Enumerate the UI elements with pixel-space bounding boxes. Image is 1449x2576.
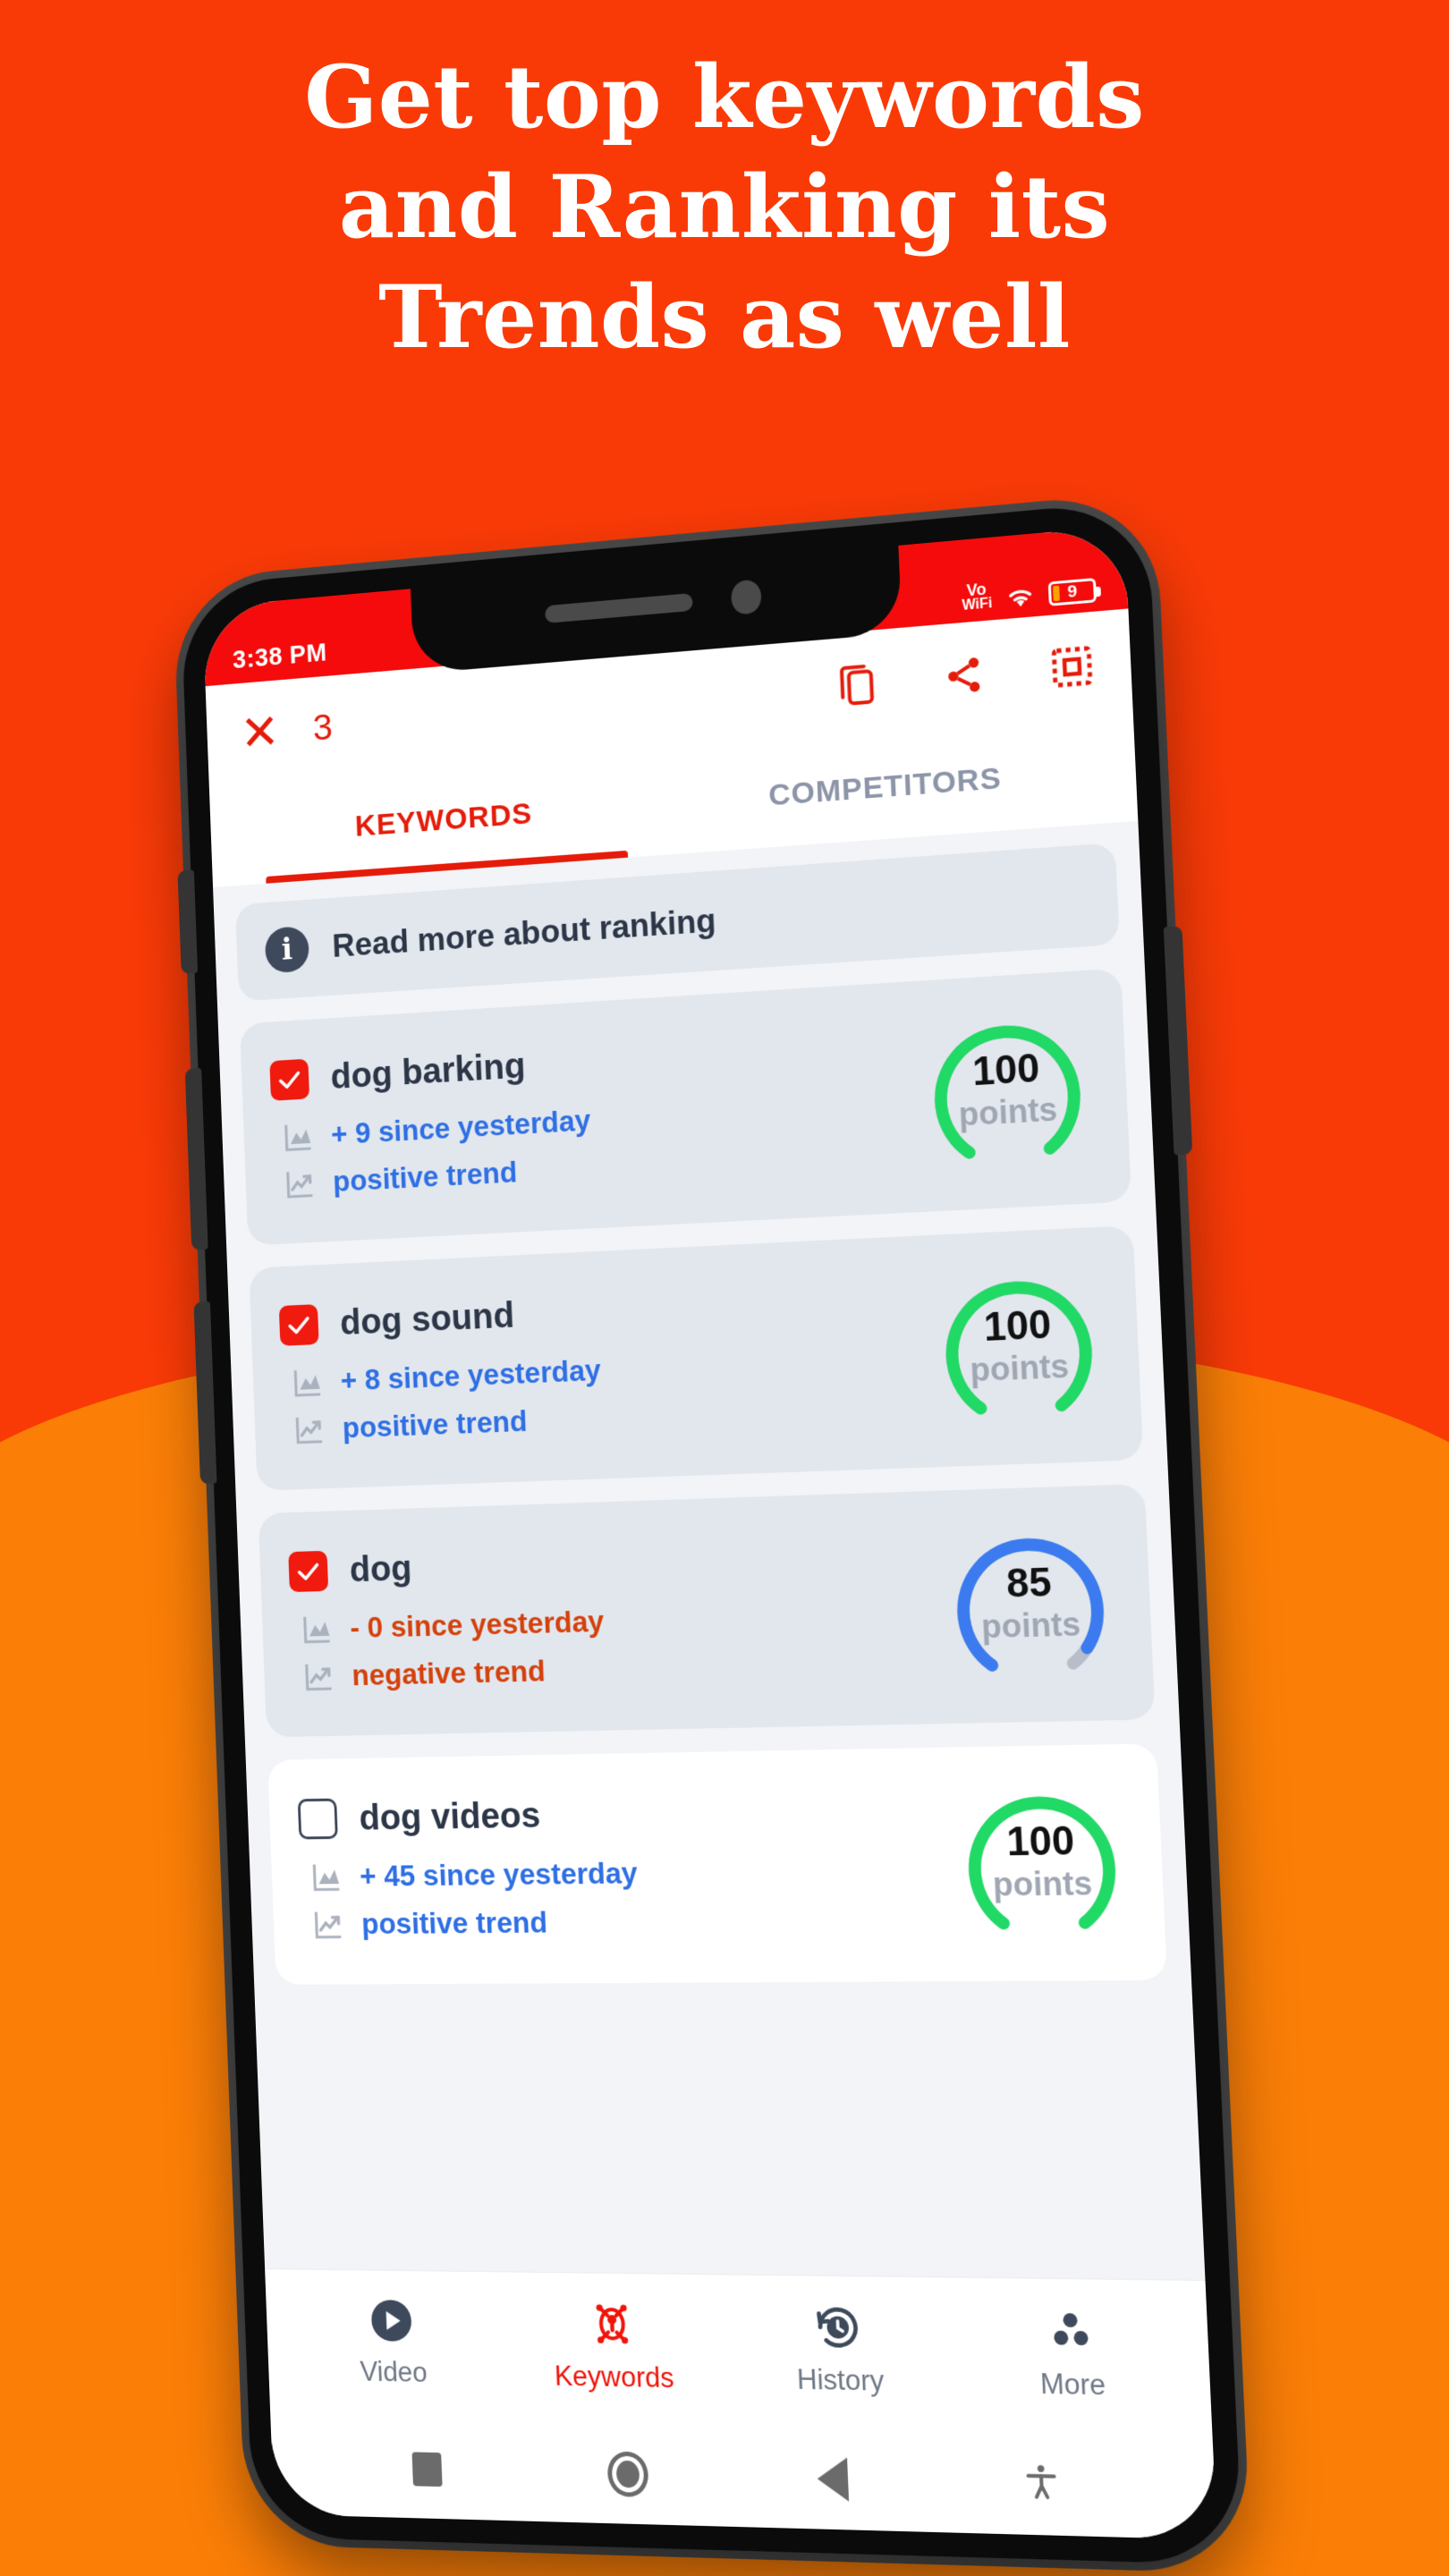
keyword-delta-text: + 9 since yesterday	[330, 1103, 592, 1151]
keyword-checkbox[interactable]	[288, 1550, 329, 1593]
selected-count: 3	[311, 706, 334, 749]
copy-icon[interactable]	[836, 659, 879, 709]
keyword-card[interactable]: dog videos + 45 since yesterday positive…	[267, 1743, 1168, 1985]
keyword-card[interactable]: dog barking + 9 since yesterday positive…	[240, 968, 1132, 1246]
tab-keywords-label: KEYWORDS	[354, 796, 533, 843]
keyword-score-gauge: 85 points	[938, 1513, 1123, 1693]
keyword-trend-row: positive trend	[293, 1389, 919, 1447]
keyword-delta-row: + 8 since yesterday	[292, 1340, 916, 1400]
keyword-trend-row: negative trend	[302, 1645, 929, 1693]
more-dots-icon	[1053, 2312, 1089, 2345]
keyword-points-unit: points	[980, 1605, 1081, 1646]
wifi-icon	[1004, 584, 1037, 607]
info-banner-text: Read more about ranking	[331, 902, 717, 964]
home-circle-icon[interactable]	[606, 2451, 649, 2498]
keyword-delta-row: - 0 since yesterday	[301, 1596, 927, 1646]
recents-square-icon[interactable]	[411, 2452, 443, 2487]
nav-label-video: Video	[359, 2355, 428, 2388]
trend-up-icon	[284, 1166, 317, 1201]
keyword-score-gauge: 100 points	[916, 997, 1098, 1182]
trend-up-icon	[302, 1659, 335, 1693]
keyword-points-value: 100	[971, 1046, 1041, 1095]
back-triangle-icon[interactable]	[817, 2456, 850, 2502]
bottom-navigation: Video Keywords History More	[265, 2268, 1213, 2437]
keyword-title: dog	[349, 1548, 413, 1589]
keyword-delta-text: - 0 since yesterday	[349, 1604, 605, 1645]
keyword-delta-row: + 45 since yesterday	[310, 1852, 938, 1894]
phone-screen: 3:38 PM Vo WiFi 9 ✕ 3 KEYWORDS COMPETITO…	[202, 525, 1218, 2540]
keyword-checkbox[interactable]	[278, 1304, 319, 1346]
keyword-title: dog barking	[329, 1046, 527, 1097]
status-time: 3:38 PM	[232, 639, 328, 674]
earpiece-speaker	[545, 592, 693, 623]
keyword-delta-text: + 8 since yesterday	[340, 1353, 602, 1397]
keyword-checkbox[interactable]	[269, 1058, 310, 1101]
keyword-score-gauge: 100 points	[950, 1772, 1134, 1951]
phone-mockup-stage: 3:38 PM Vo WiFi 9 ✕ 3 KEYWORDS COMPETITO…	[0, 0, 1449, 2576]
gauge-arc-fill	[938, 1028, 1077, 1154]
bar-chart-icon	[282, 1119, 315, 1154]
gauge-arc-fill	[949, 1284, 1088, 1410]
trend-up-icon	[293, 1412, 326, 1446]
vowifi-bottom-label: WiFi	[962, 596, 993, 614]
keyword-points-unit: points	[992, 1864, 1094, 1903]
keyword-trend-text: positive trend	[332, 1155, 518, 1199]
keyword-target-icon	[586, 2297, 639, 2350]
info-icon: i	[264, 925, 310, 974]
history-clock-icon	[812, 2301, 865, 2353]
bar-chart-icon	[310, 1860, 343, 1894]
keyword-delta-text: + 45 since yesterday	[359, 1856, 639, 1893]
keywords-list: i Read more about ranking dog barking + …	[213, 820, 1206, 2280]
check-icon	[294, 1557, 322, 1586]
keyword-points-value: 100	[982, 1302, 1053, 1351]
front-camera	[730, 579, 762, 615]
keyword-title: dog sound	[339, 1295, 515, 1343]
check-icon	[275, 1065, 303, 1095]
keyword-trend-row: positive trend	[312, 1902, 941, 1941]
gauge-arc-fill	[972, 1801, 1112, 1923]
close-icon[interactable]: ✕	[240, 703, 281, 760]
gauge-arc-fill	[961, 1543, 1100, 1666]
keyword-points-value: 100	[1005, 1818, 1076, 1865]
vowifi-indicator: Vo WiFi	[961, 580, 993, 614]
bar-chart-icon	[292, 1365, 325, 1400]
keyword-score-gauge: 100 points	[928, 1254, 1111, 1436]
share-icon[interactable]	[942, 652, 986, 699]
keyword-card[interactable]: dog sound + 8 since yesterday positive t…	[249, 1224, 1144, 1491]
keyword-trend-text: positive trend	[342, 1404, 529, 1445]
keyword-checkbox[interactable]	[297, 1798, 338, 1840]
keyword-points-unit: points	[969, 1347, 1070, 1389]
trend-up-icon	[312, 1908, 345, 1942]
accessibility-icon[interactable]	[1021, 2462, 1061, 2506]
tab-competitors-label: COMPETITORS	[767, 760, 1003, 812]
keyword-points-value: 85	[1005, 1560, 1053, 1606]
vowifi-top-label: Vo	[966, 580, 987, 600]
check-icon	[285, 1310, 313, 1340]
keyword-trend-text: positive trend	[360, 1905, 548, 1941]
keyword-card[interactable]: dog - 0 since yesterday negative trend 8…	[258, 1483, 1156, 1738]
keyword-points-unit: points	[957, 1090, 1058, 1133]
nav-item-history[interactable]: History	[724, 2300, 957, 2399]
phone-device: 3:38 PM Vo WiFi 9 ✕ 3 KEYWORDS COMPETITO…	[177, 499, 1243, 2565]
